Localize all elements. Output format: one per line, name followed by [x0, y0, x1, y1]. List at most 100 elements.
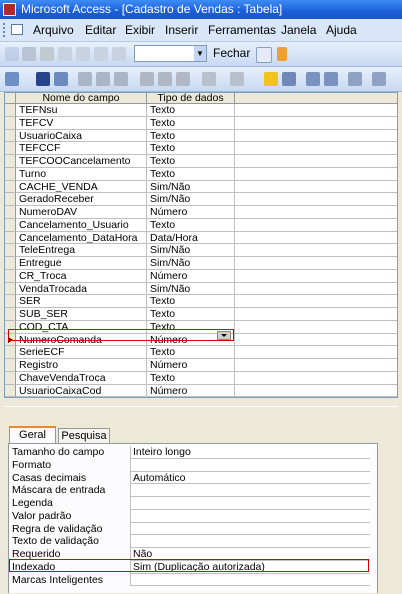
description-cell[interactable] [235, 130, 397, 143]
menu-inserir[interactable]: Inserir [165, 23, 198, 37]
row-selector[interactable] [5, 129, 16, 143]
row-selector[interactable] [5, 193, 16, 206]
field-name-cell[interactable]: Cancelamento_DataHora [16, 231, 147, 245]
description-cell[interactable] [235, 321, 397, 334]
data-type-cell[interactable]: Texto [147, 346, 235, 359]
row-selector[interactable] [5, 346, 16, 359]
property-value[interactable] [130, 484, 370, 497]
data-type-cell[interactable]: Sim/Não [147, 397, 235, 398]
field-name-cell[interactable]: SerieECF [16, 346, 147, 359]
field-name-cell[interactable]: TeleEntrega [16, 244, 147, 257]
field-name-cell[interactable]: UsuarioCaixaCod [16, 384, 147, 397]
table-row[interactable]: TEFCCF Texto [5, 142, 397, 155]
data-type-cell[interactable]: Texto [147, 167, 235, 181]
paste-icon[interactable] [176, 72, 190, 86]
table-row[interactable]: GeradoReceber Sim/Não [5, 193, 397, 206]
row-selector[interactable] [5, 180, 16, 194]
filter-icon[interactable] [94, 47, 108, 61]
data-type-cell[interactable]: Texto [147, 142, 235, 155]
data-type-cell[interactable]: Sim/Não [147, 282, 235, 296]
data-type-cell[interactable]: Número [147, 269, 235, 283]
data-type-cell[interactable]: Número [147, 384, 235, 397]
description-cell[interactable] [235, 193, 397, 206]
description-cell[interactable] [235, 397, 398, 398]
data-type-cell[interactable]: Sim/Não [147, 257, 235, 270]
table-row[interactable]: SUB_SER Texto [5, 308, 397, 321]
description-cell[interactable] [235, 117, 397, 130]
field-name-cell[interactable]: TEFCOOCancelamento [16, 155, 147, 168]
field-name-cell[interactable]: Turno [16, 167, 147, 181]
table-row[interactable]: SER Texto [5, 295, 397, 308]
table-row[interactable]: Registro Número [5, 359, 397, 372]
table-row[interactable]: UsuarioCaixaCod Número [5, 384, 397, 397]
undo-icon[interactable] [202, 72, 216, 86]
row-selector[interactable] [5, 218, 16, 232]
description-cell[interactable] [235, 308, 397, 321]
format-painter-icon[interactable] [114, 72, 128, 86]
type-dropdown-button[interactable] [217, 331, 231, 340]
tab-geral[interactable]: Geral [9, 426, 56, 444]
row-selector[interactable] [5, 116, 16, 130]
description-cell[interactable] [235, 385, 397, 397]
description-cell[interactable] [235, 270, 397, 283]
menu-exibir[interactable]: Exibir [125, 23, 155, 37]
data-type-cell[interactable]: Sim/Não [147, 180, 235, 194]
tab-pesquisa[interactable]: Pesquisa [58, 428, 110, 444]
menu-janela[interactable]: Janela [281, 23, 316, 37]
row-selector[interactable] [5, 167, 16, 181]
description-cell[interactable] [235, 334, 397, 347]
font-combo[interactable]: ▼ [134, 45, 207, 62]
field-name-cell[interactable]: NumeroComanda [16, 333, 147, 347]
data-type-cell[interactable]: Número [147, 359, 235, 372]
toolbar-options-icon[interactable] [277, 47, 287, 61]
data-type-cell[interactable]: Texto [147, 371, 235, 385]
description-cell[interactable] [235, 359, 397, 372]
spelling-icon[interactable] [96, 72, 110, 86]
description-cell[interactable] [235, 181, 397, 194]
row-selector[interactable] [5, 320, 16, 334]
sort-icon[interactable] [76, 47, 90, 61]
field-name-cell[interactable]: TEFNsu [16, 104, 147, 117]
description-cell[interactable] [235, 155, 397, 168]
row-selector[interactable] [5, 308, 16, 321]
row-selector[interactable] [5, 371, 16, 385]
design-view-icon[interactable] [5, 72, 19, 86]
field-name-cell[interactable]: NumeroDAV [16, 206, 147, 219]
field-name-cell[interactable]: SER [16, 295, 147, 308]
table-row[interactable]: VendaTrocada Sim/Não [5, 282, 397, 296]
data-type-cell[interactable]: Texto [147, 218, 235, 232]
row-selector[interactable] [5, 359, 16, 372]
header-selector[interactable] [5, 93, 16, 104]
field-name-cell[interactable]: VendaTrocada [16, 282, 147, 296]
primary-key-icon[interactable] [264, 72, 278, 86]
field-name-cell[interactable]: CR_Troca [16, 269, 147, 283]
table-row[interactable]: TEFNsu Texto [5, 104, 397, 117]
table-row[interactable]: UsuarioCaixa Texto [5, 129, 397, 143]
table-row[interactable]: COD_CTA Texto [5, 320, 397, 334]
description-cell[interactable] [235, 142, 397, 155]
table-row[interactable]: NumeroDAV Número [5, 206, 397, 219]
description-cell[interactable] [235, 104, 397, 117]
table-row[interactable]: TEFCV Texto [5, 116, 397, 130]
row-selector[interactable] [5, 384, 16, 397]
row-selector[interactable] [5, 244, 16, 257]
print-icon[interactable] [40, 47, 54, 61]
row-selector[interactable] [5, 269, 16, 283]
description-cell[interactable] [235, 206, 397, 219]
grid-icon[interactable] [112, 47, 126, 61]
table-row[interactable]: CR_Troca Número [5, 269, 397, 283]
property-value[interactable]: Sim (Duplicação autorizada) [130, 560, 370, 574]
description-cell[interactable] [235, 295, 397, 308]
property-value[interactable] [130, 509, 370, 523]
row-selector[interactable] [5, 257, 16, 270]
field-name-cell[interactable]: TEFCCF [16, 142, 147, 155]
table-row[interactable]: Cancelamento_Usuario Texto [5, 218, 397, 232]
data-type-cell[interactable]: Texto [147, 308, 235, 321]
redo-icon[interactable] [230, 72, 244, 86]
property-value[interactable]: Inteiro longo [130, 446, 370, 459]
table-row[interactable]: TeleEntrega Sim/Não [5, 244, 397, 257]
row-selector[interactable] [5, 397, 16, 398]
row-selector[interactable] [5, 155, 16, 168]
menu-editar[interactable]: Editar [85, 23, 116, 37]
row-selector[interactable] [5, 206, 16, 219]
